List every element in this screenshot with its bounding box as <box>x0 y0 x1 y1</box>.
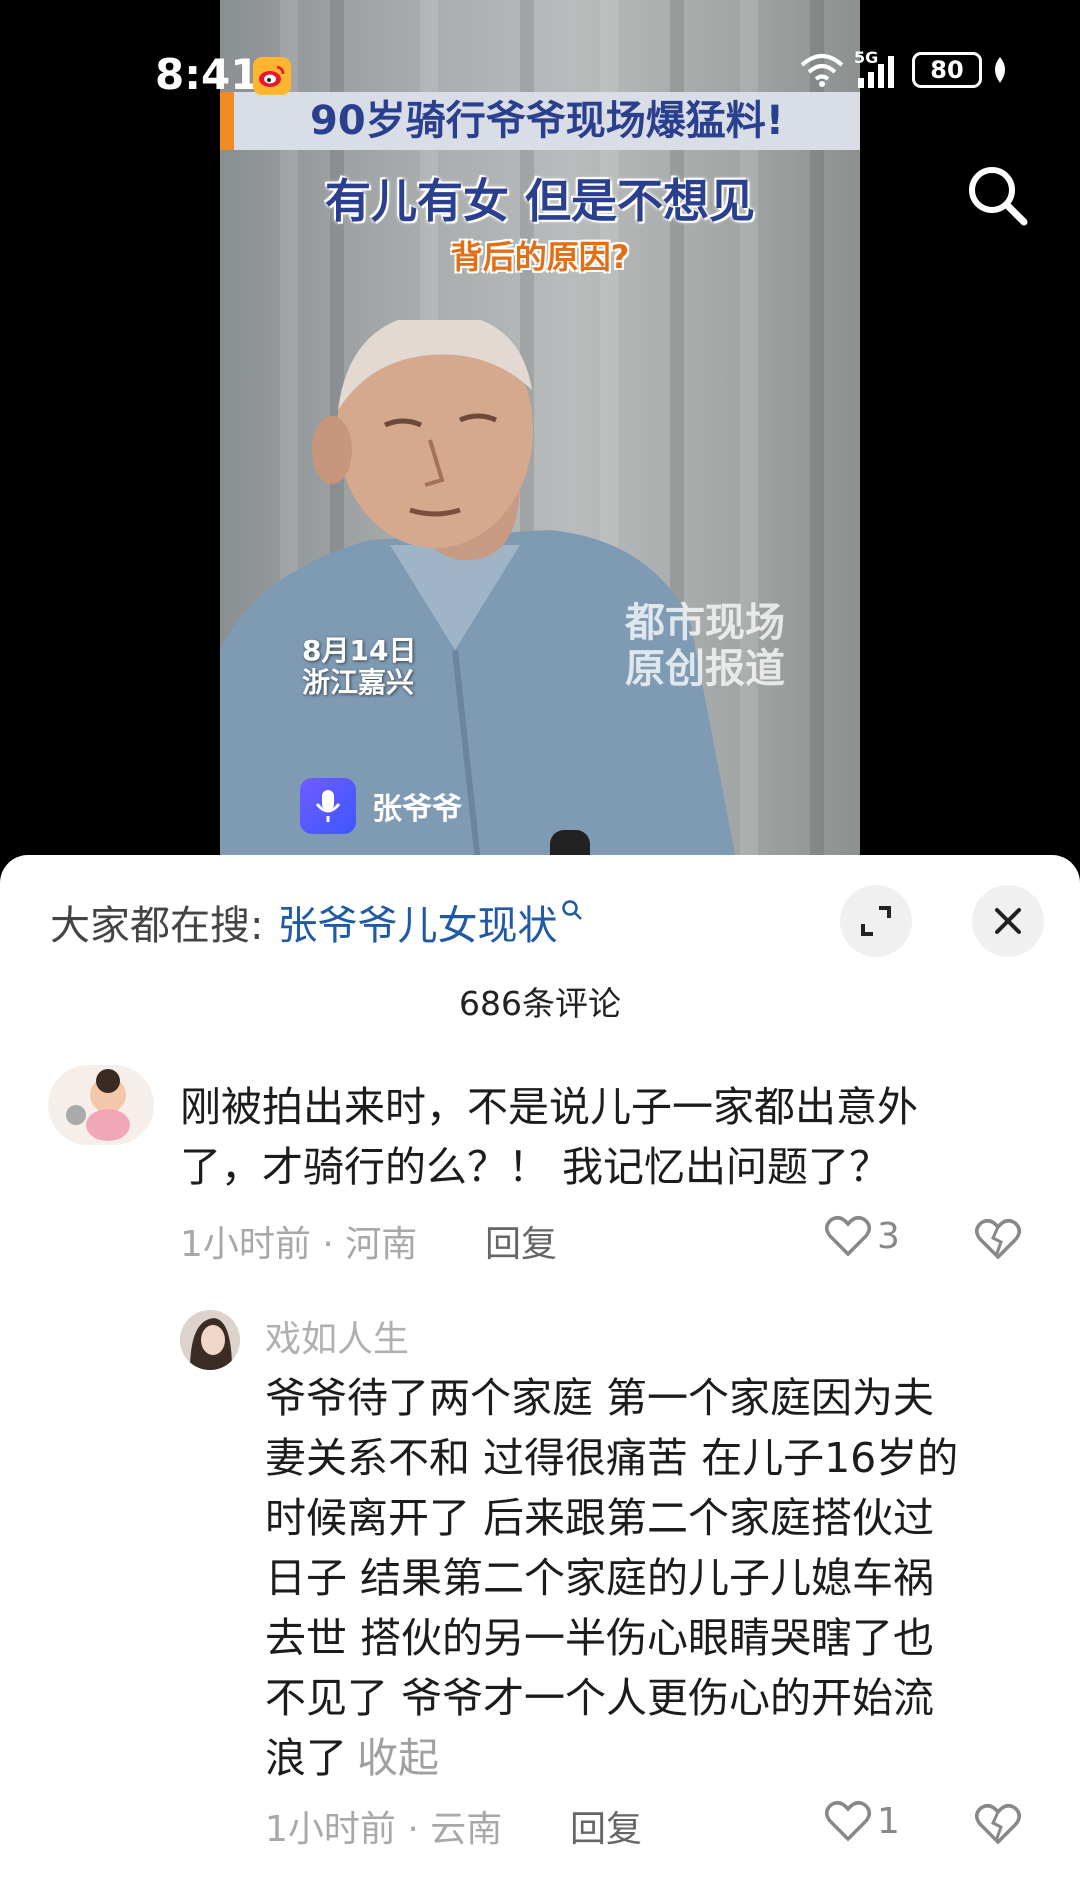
expand-icon <box>861 906 891 936</box>
comment-text-line: 刚被拍出来时，不是说儿子一家都出意外 <box>180 1083 918 1131</box>
comment-text-line: 不见了 爷爷才一个人更伤心的开始流 <box>265 1674 935 1722</box>
comment-text-line: 时候离开了 后来跟第二个家庭搭伙过 <box>265 1494 935 1542</box>
like-count: 1 <box>877 1800 900 1842</box>
broken-heart-icon[interactable] <box>975 1803 1021 1845</box>
mic-icon <box>300 778 356 834</box>
wifi-icon <box>800 54 844 87</box>
comment-text-line: 浪了 收起 <box>265 1728 1045 1788</box>
video-player[interactable]: 90岁骑行爷爷现场爆猛料! 有儿有女 但是不想见 背后的原因? 8月14日 浙江… <box>0 0 1080 870</box>
status-bar: 8:41 5G 80 <box>0 0 1080 150</box>
avatar[interactable] <box>48 1065 154 1145</box>
comment-text-line: 妻关系不和 过得很痛苦 在儿子16岁的 <box>265 1434 959 1482</box>
search-icon <box>562 900 583 920</box>
reply-button[interactable]: 回复 <box>570 1800 642 1852</box>
comment-text: 爷爷待了两个家庭 第一个家庭因为夫 妻关系不和 过得很痛苦 在儿子16岁的 时候… <box>265 1368 1045 1788</box>
comment-text-line: 日子 结果第二个家庭的儿子儿媳车祸 <box>265 1554 935 1602</box>
signal-icon: 5G <box>854 48 902 88</box>
watermark-line-2: 原创报道 <box>625 646 785 692</box>
heart-icon <box>825 1801 871 1842</box>
search-icon <box>969 167 1028 226</box>
comment-author[interactable]: 戏如人生 <box>265 1310 409 1362</box>
close-button[interactable] <box>972 885 1044 957</box>
video-date-location: 8月14日 浙江嘉兴 <box>302 635 416 699</box>
like-count: 3 <box>877 1215 900 1257</box>
expand-button[interactable] <box>840 885 912 957</box>
battery-icon: 80 <box>912 52 982 88</box>
trending-search[interactable]: 大家都在搜: 张爷爷儿女现状 <box>50 893 583 951</box>
video-date: 8月14日 <box>302 634 417 667</box>
like-button[interactable]: 1 <box>825 1800 900 1842</box>
trending-search-prefix: 大家都在搜: <box>50 903 264 949</box>
close-icon <box>995 908 1021 934</box>
video-location: 浙江嘉兴 <box>302 666 415 699</box>
comment-meta: 1小时前 · 河南 <box>180 1224 418 1265</box>
comment-time: 1小时前 <box>265 1809 396 1850</box>
trending-search-term[interactable]: 张爷爷儿女现状 <box>277 903 557 949</box>
video-watermark: 都市现场 原创报道 <box>625 600 785 692</box>
reply-button[interactable]: 回复 <box>485 1215 557 1267</box>
watermark-line-1: 都市现场 <box>625 600 785 646</box>
comment-location: 河南 <box>345 1224 418 1265</box>
comment-location: 云南 <box>430 1809 503 1850</box>
search-button[interactable] <box>962 160 1032 230</box>
comment-text-line: 去世 搭伙的另一半伤心眼睛哭瞎了也 <box>265 1614 935 1662</box>
broken-heart-icon[interactable] <box>975 1218 1021 1260</box>
comment-text-line: 了，才骑行的么？！ 我记忆出问题了？ <box>180 1143 891 1191</box>
comment-count: 686条评论 <box>459 984 621 1023</box>
status-indicators: 5G 80 <box>800 48 1008 88</box>
collapse-button[interactable]: 收起 <box>357 1734 439 1782</box>
avatar[interactable] <box>180 1310 240 1370</box>
network-type: 5G <box>854 48 879 67</box>
comment-sheet: 大家都在搜: 张爷爷儿女现状 686条评论 刚被拍出来时，不是说儿子一家都出意外 … <box>0 855 1080 1895</box>
comment-text: 刚被拍出来时，不是说儿子一家都出意外 了，才骑行的么？！ 我记忆出问题了？ <box>180 1077 1040 1197</box>
weibo-icon <box>253 57 291 95</box>
status-time: 8:41 <box>155 50 260 99</box>
comment-text-last: 浪了 <box>265 1734 347 1782</box>
video-subhead: 有儿有女 但是不想见 <box>324 174 755 228</box>
leaf-icon <box>995 57 1005 83</box>
speaker-name: 张爷爷 <box>372 792 462 827</box>
comment-time: 1小时前 <box>180 1224 311 1265</box>
comment-text-line: 爷爷待了两个家庭 第一个家庭因为夫 <box>265 1374 935 1422</box>
heart-icon <box>825 1216 871 1257</box>
comment-meta: 1小时前 · 云南 <box>265 1809 503 1850</box>
like-button[interactable]: 3 <box>825 1215 900 1257</box>
video-subhead-question: 背后的原因? <box>450 238 630 276</box>
